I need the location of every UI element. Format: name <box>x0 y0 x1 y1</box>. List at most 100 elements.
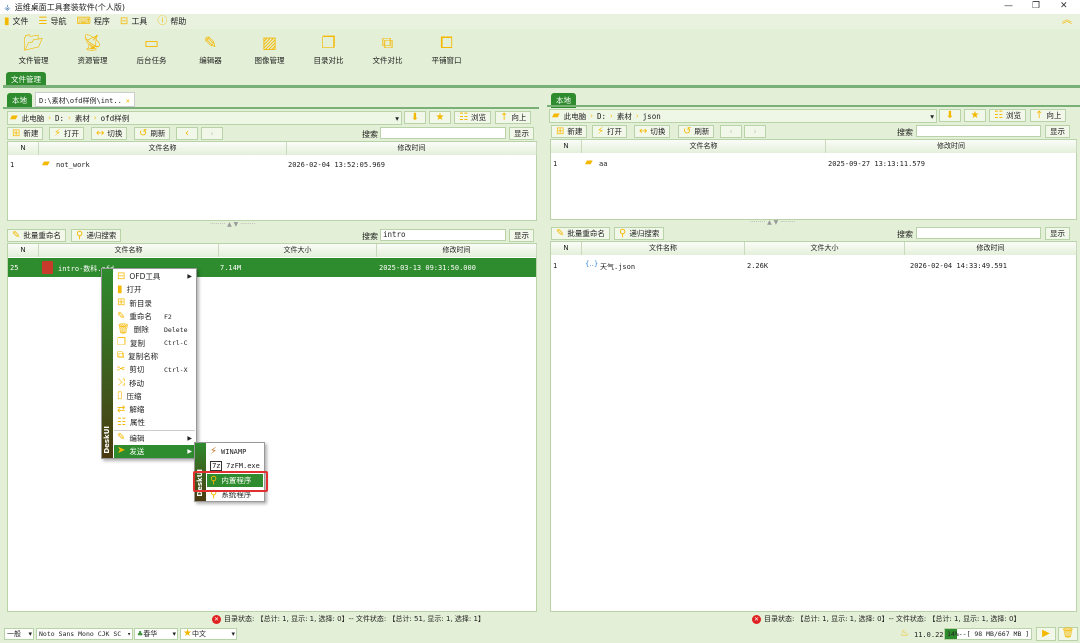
tool-image-manager[interactable]: ▨ 图像管理 <box>240 29 299 71</box>
breadcrumb[interactable]: ofd样例 <box>101 113 130 124</box>
col-header[interactable]: N <box>8 244 39 257</box>
menu-item-extract[interactable]: ⇄ 解缩 <box>114 403 195 416</box>
right-refresh-button[interactable]: ↺ 刷新 <box>678 125 715 138</box>
dropdown-arrow-icon[interactable]: ▾ <box>395 114 399 123</box>
col-header[interactable]: 文件名称 <box>582 140 826 153</box>
menu-item-send[interactable]: ➤ 发送 ▶ <box>114 444 195 459</box>
breadcrumb[interactable]: 素材 <box>617 111 632 122</box>
menu-item-new-dir[interactable]: ⊞ 新目录 <box>114 297 195 310</box>
close-tab-icon[interactable]: ✕ <box>126 97 130 105</box>
right-dir-show-button[interactable]: 显示 <box>1045 125 1070 138</box>
left-back-button[interactable]: ‹ <box>176 127 198 140</box>
menu-item-copy-name[interactable]: ⧉ 复制名称 <box>114 350 195 363</box>
breadcrumb[interactable]: json <box>643 112 661 121</box>
left-open-button[interactable]: ⚡ 打开 <box>49 127 85 140</box>
left-favorite-button[interactable]: ★ <box>429 111 451 124</box>
close-button[interactable]: ✕ <box>1060 1 1068 11</box>
left-refresh-button[interactable]: ↺ 刷新 <box>134 127 171 140</box>
left-up-button[interactable]: ↑ 向上 <box>495 111 532 124</box>
right-new-button[interactable]: ⊞ 新建 <box>551 125 588 138</box>
col-header[interactable]: 文件名称 <box>582 242 745 255</box>
table-row-selected[interactable]: 25 intro-数科.ofd 7.14M 2025-03-13 09:31:5… <box>8 258 536 277</box>
left-file-show-button[interactable]: 显示 <box>509 229 534 242</box>
tool-editor[interactable]: ✎ 编辑器 <box>181 29 240 71</box>
col-header[interactable]: 修改时间 <box>826 140 1077 153</box>
col-header[interactable]: N <box>551 140 582 153</box>
left-file-search-input[interactable]: intro <box>380 229 506 241</box>
tool-file-compare[interactable]: ⧉ 文件对比 <box>358 29 417 71</box>
right-open-button[interactable]: ⚡ 打开 <box>592 125 628 138</box>
theme-select[interactable]: ♣ 春华 ▾ <box>134 628 178 640</box>
gc-button[interactable]: 🗑︎ <box>1058 627 1078 641</box>
right-file-search-input[interactable] <box>916 227 1041 239</box>
maximize-button[interactable]: ❐ <box>1032 1 1040 11</box>
left-new-button[interactable]: ⊞ 新建 <box>7 127 44 140</box>
font-select[interactable]: Noto Sans Mono CJK SC ▾ <box>36 628 133 640</box>
breadcrumb[interactable]: 此电脑 <box>22 113 45 124</box>
right-browse-button[interactable]: ☷ 浏览 <box>989 109 1026 122</box>
breadcrumb[interactable]: 此电脑 <box>564 111 587 122</box>
left-dir-search-input[interactable] <box>380 127 506 139</box>
col-header[interactable]: N <box>8 142 39 155</box>
tool-tile-windows[interactable]: ⧠ 平铺窗口 <box>417 29 476 71</box>
menu-item-copy[interactable]: ❐ 复制 Ctrl-C <box>114 337 195 350</box>
col-header[interactable]: 修改时间 <box>905 242 1077 255</box>
left-forward-button[interactable]: › <box>201 127 223 140</box>
left-address-bar[interactable]: ▰ 此电脑 › D: › 素材 › ofd样例 ▾ <box>7 111 402 125</box>
left-dir-show-button[interactable]: 显示 <box>509 127 534 140</box>
left-download-button[interactable]: ⬇ <box>404 111 426 124</box>
left-tab-path[interactable]: D:\素材\ofd样例\int.. ✕ <box>35 92 135 107</box>
menu-item-move[interactable]: ⤨ 移动 <box>114 376 195 389</box>
menu-file[interactable]: ▮ 文件 <box>4 16 29 27</box>
col-header[interactable]: N <box>551 242 582 255</box>
dropdown-arrow-icon[interactable]: ▾ <box>930 112 934 121</box>
menu-help[interactable]: ⓘ 帮助 <box>157 16 186 27</box>
right-recursive-search-button[interactable]: ⚲ 递归搜索 <box>614 227 665 240</box>
menu-navigate[interactable]: ☰ 导航 <box>39 16 67 27</box>
col-header[interactable]: 文件名称 <box>39 142 287 155</box>
col-header[interactable]: 修改时间 <box>287 142 537 155</box>
menu-item-properties[interactable]: ☷ 属性 <box>114 416 195 429</box>
right-address-bar[interactable]: ▰ 此电脑 › D: › 素材 › json ▾ <box>549 109 937 123</box>
breadcrumb[interactable]: 素材 <box>75 113 90 124</box>
right-switch-button[interactable]: ↔ 切换 <box>634 125 671 138</box>
left-browse-button[interactable]: ☷ 浏览 <box>454 111 491 124</box>
level-select[interactable]: 一般 ▾ <box>4 628 34 640</box>
right-forward-button[interactable]: › <box>744 125 766 138</box>
run-button[interactable]: ▶ <box>1036 627 1056 641</box>
menu-program[interactable]: ⌨ 程序 <box>76 16 109 27</box>
splitter-handle[interactable]: ········ ▲ ▼ ········ <box>210 221 255 228</box>
right-batch-rename-button[interactable]: ✎ 批量重命名 <box>551 227 610 240</box>
tool-background-tasks[interactable]: ▭ 后台任务 <box>122 29 181 71</box>
menu-item-rename[interactable]: ✎ 重命名 F2 <box>114 310 195 323</box>
col-header[interactable]: 文件大小 <box>745 242 905 255</box>
col-header[interactable]: 文件大小 <box>219 244 377 257</box>
breadcrumb[interactable]: D: <box>55 114 64 123</box>
tool-dir-compare[interactable]: ❐ 目录对比 <box>299 29 358 71</box>
right-up-button[interactable]: ↑ 向上 <box>1030 109 1067 122</box>
tool-file-manager[interactable]: 📂︎ 文件管理 <box>4 29 63 71</box>
left-switch-button[interactable]: ↔ 切换 <box>91 127 128 140</box>
right-back-button[interactable]: ‹ <box>720 125 742 138</box>
menu-item-edit[interactable]: ✎ 编辑 ▶ <box>114 432 195 445</box>
language-select[interactable]: ★ 中文 ▾ <box>180 628 237 640</box>
minimize-button[interactable]: — <box>1004 1 1013 11</box>
menu-item-compress[interactable]: ▯ 压缩 <box>114 390 195 403</box>
menu-item-ofd-tools[interactable]: ⊟ OFD工具 ▶ <box>114 270 195 283</box>
menu-tools[interactable]: ⊟ 工具 <box>120 16 147 27</box>
menu-item-open[interactable]: ▮ 打开 <box>114 283 195 296</box>
left-recursive-search-button[interactable]: ⚲ 递归搜索 <box>71 229 122 242</box>
right-download-button[interactable]: ⬇ <box>939 109 961 122</box>
left-batch-rename-button[interactable]: ✎ 批量重命名 <box>7 229 66 242</box>
right-favorite-button[interactable]: ★ <box>964 109 986 122</box>
col-header[interactable]: 文件名称 <box>39 244 219 257</box>
menu-item-cut[interactable]: ✂ 剪切 Ctrl-X <box>114 363 195 376</box>
right-file-show-button[interactable]: 显示 <box>1045 227 1070 240</box>
splitter-handle[interactable]: ········ ▲ ▼ ········ <box>750 219 795 226</box>
breadcrumb[interactable]: D: <box>597 112 606 121</box>
col-header[interactable]: 修改时间 <box>377 244 537 257</box>
right-dir-search-input[interactable] <box>916 125 1041 137</box>
submenu-item-winamp[interactable]: ⚡ WINAMP <box>207 445 263 458</box>
collapse-icon[interactable]: ︽ <box>1062 16 1072 26</box>
left-tab-local[interactable]: 本地 <box>7 93 32 108</box>
